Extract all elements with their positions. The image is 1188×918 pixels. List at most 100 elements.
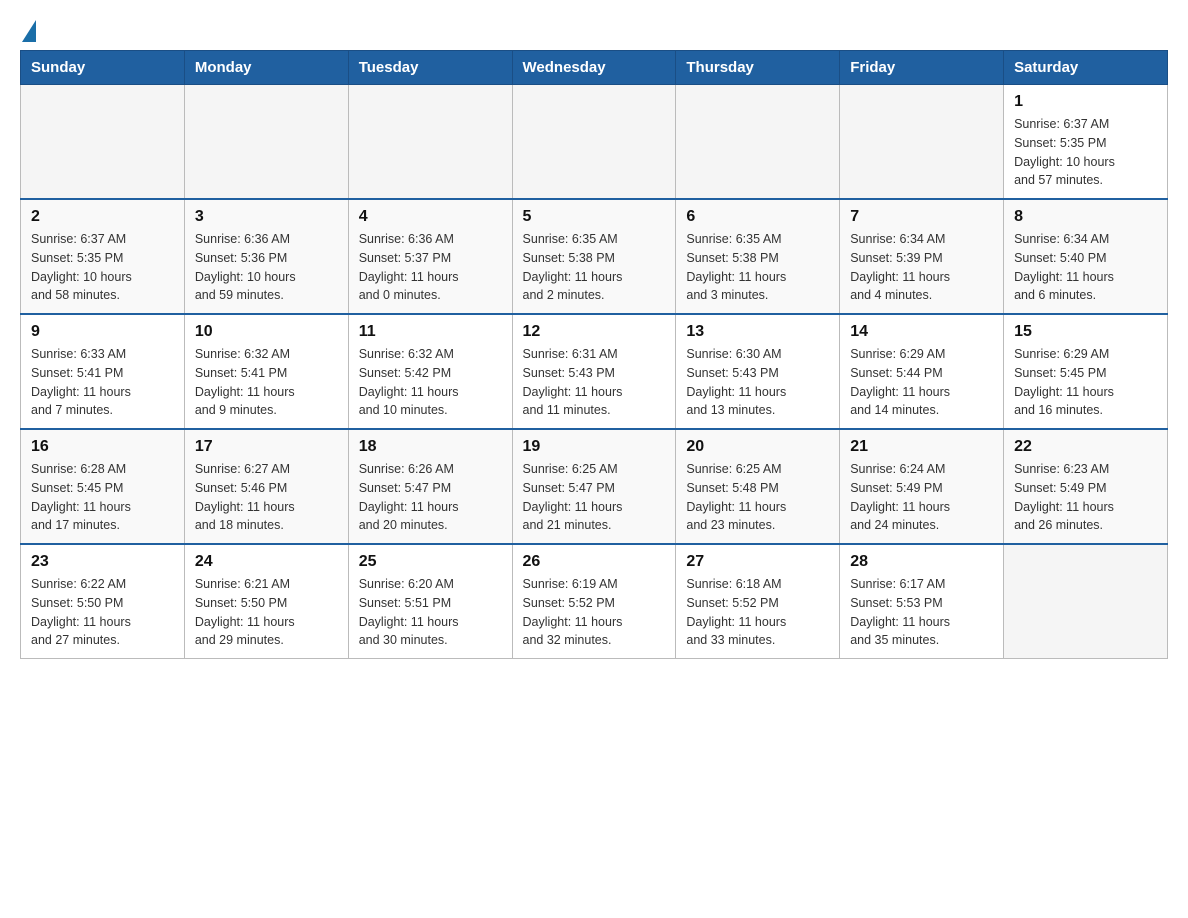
calendar-header-row: SundayMondayTuesdayWednesdayThursdayFrid… bbox=[21, 51, 1168, 85]
day-number: 3 bbox=[195, 208, 338, 226]
day-info: Sunrise: 6:31 AM Sunset: 5:43 PM Dayligh… bbox=[523, 345, 666, 420]
calendar-day-cell: 8 Sunrise: 6:34 AM Sunset: 5:40 PM Daylig… bbox=[1004, 199, 1168, 314]
calendar-day-cell: 24 Sunrise: 6:21 AM Sunset: 5:50 PM Dayli… bbox=[184, 544, 348, 659]
day-number: 7 bbox=[850, 208, 993, 226]
day-info: Sunrise: 6:23 AM Sunset: 5:49 PM Dayligh… bbox=[1014, 460, 1157, 535]
day-number: 5 bbox=[523, 208, 666, 226]
day-number: 1 bbox=[1014, 93, 1157, 111]
day-number: 26 bbox=[523, 553, 666, 571]
day-of-week-header: Friday bbox=[840, 51, 1004, 85]
day-info: Sunrise: 6:19 AM Sunset: 5:52 PM Dayligh… bbox=[523, 575, 666, 650]
calendar-day-cell: 3 Sunrise: 6:36 AM Sunset: 5:36 PM Daylig… bbox=[184, 199, 348, 314]
calendar-day-cell: 13 Sunrise: 6:30 AM Sunset: 5:43 PM Dayli… bbox=[676, 314, 840, 429]
day-number: 13 bbox=[686, 323, 829, 341]
calendar-day-cell: 9 Sunrise: 6:33 AM Sunset: 5:41 PM Daylig… bbox=[21, 314, 185, 429]
calendar-week-row: 23 Sunrise: 6:22 AM Sunset: 5:50 PM Dayli… bbox=[21, 544, 1168, 659]
calendar-day-cell: 4 Sunrise: 6:36 AM Sunset: 5:37 PM Daylig… bbox=[348, 199, 512, 314]
calendar-day-cell: 27 Sunrise: 6:18 AM Sunset: 5:52 PM Dayli… bbox=[676, 544, 840, 659]
calendar-day-cell bbox=[676, 85, 840, 200]
calendar-day-cell: 26 Sunrise: 6:19 AM Sunset: 5:52 PM Dayli… bbox=[512, 544, 676, 659]
calendar-week-row: 1 Sunrise: 6:37 AM Sunset: 5:35 PM Daylig… bbox=[21, 85, 1168, 200]
day-info: Sunrise: 6:34 AM Sunset: 5:40 PM Dayligh… bbox=[1014, 230, 1157, 305]
day-info: Sunrise: 6:20 AM Sunset: 5:51 PM Dayligh… bbox=[359, 575, 502, 650]
day-info: Sunrise: 6:28 AM Sunset: 5:45 PM Dayligh… bbox=[31, 460, 174, 535]
day-number: 22 bbox=[1014, 438, 1157, 456]
calendar-day-cell: 7 Sunrise: 6:34 AM Sunset: 5:39 PM Daylig… bbox=[840, 199, 1004, 314]
day-of-week-header: Tuesday bbox=[348, 51, 512, 85]
day-info: Sunrise: 6:33 AM Sunset: 5:41 PM Dayligh… bbox=[31, 345, 174, 420]
day-info: Sunrise: 6:29 AM Sunset: 5:45 PM Dayligh… bbox=[1014, 345, 1157, 420]
day-number: 23 bbox=[31, 553, 174, 571]
day-number: 27 bbox=[686, 553, 829, 571]
day-info: Sunrise: 6:21 AM Sunset: 5:50 PM Dayligh… bbox=[195, 575, 338, 650]
calendar-day-cell bbox=[21, 85, 185, 200]
calendar-day-cell: 2 Sunrise: 6:37 AM Sunset: 5:35 PM Daylig… bbox=[21, 199, 185, 314]
day-info: Sunrise: 6:36 AM Sunset: 5:36 PM Dayligh… bbox=[195, 230, 338, 305]
day-number: 16 bbox=[31, 438, 174, 456]
day-number: 28 bbox=[850, 553, 993, 571]
day-number: 4 bbox=[359, 208, 502, 226]
calendar-day-cell: 25 Sunrise: 6:20 AM Sunset: 5:51 PM Dayli… bbox=[348, 544, 512, 659]
calendar-day-cell: 21Sunrise: 6:24 AM Sunset: 5:49 PM Dayli… bbox=[840, 429, 1004, 544]
day-info: Sunrise: 6:27 AM Sunset: 5:46 PM Dayligh… bbox=[195, 460, 338, 535]
day-number: 24 bbox=[195, 553, 338, 571]
calendar-day-cell: 6 Sunrise: 6:35 AM Sunset: 5:38 PM Daylig… bbox=[676, 199, 840, 314]
day-number: 17 bbox=[195, 438, 338, 456]
calendar-day-cell: 14 Sunrise: 6:29 AM Sunset: 5:44 PM Dayli… bbox=[840, 314, 1004, 429]
day-number: 12 bbox=[523, 323, 666, 341]
day-number: 20 bbox=[686, 438, 829, 456]
calendar-day-cell: 5Sunrise: 6:35 AM Sunset: 5:38 PM Daylig… bbox=[512, 199, 676, 314]
day-info: Sunrise: 6:34 AM Sunset: 5:39 PM Dayligh… bbox=[850, 230, 993, 305]
calendar-day-cell: 18Sunrise: 6:26 AM Sunset: 5:47 PM Dayli… bbox=[348, 429, 512, 544]
day-info: Sunrise: 6:17 AM Sunset: 5:53 PM Dayligh… bbox=[850, 575, 993, 650]
day-info: Sunrise: 6:32 AM Sunset: 5:41 PM Dayligh… bbox=[195, 345, 338, 420]
day-info: Sunrise: 6:29 AM Sunset: 5:44 PM Dayligh… bbox=[850, 345, 993, 420]
calendar-day-cell: 12 Sunrise: 6:31 AM Sunset: 5:43 PM Dayli… bbox=[512, 314, 676, 429]
day-number: 8 bbox=[1014, 208, 1157, 226]
day-number: 15 bbox=[1014, 323, 1157, 341]
day-info: Sunrise: 6:18 AM Sunset: 5:52 PM Dayligh… bbox=[686, 575, 829, 650]
calendar-week-row: 16 Sunrise: 6:28 AM Sunset: 5:45 PM Dayli… bbox=[21, 429, 1168, 544]
day-info: Sunrise: 6:36 AM Sunset: 5:37 PM Dayligh… bbox=[359, 230, 502, 305]
calendar-week-row: 9 Sunrise: 6:33 AM Sunset: 5:41 PM Daylig… bbox=[21, 314, 1168, 429]
day-number: 2 bbox=[31, 208, 174, 226]
day-number: 19 bbox=[523, 438, 666, 456]
day-number: 14 bbox=[850, 323, 993, 341]
day-info: Sunrise: 6:25 AM Sunset: 5:47 PM Dayligh… bbox=[523, 460, 666, 535]
day-number: 11 bbox=[359, 323, 502, 341]
calendar-day-cell bbox=[184, 85, 348, 200]
calendar-day-cell: 19 Sunrise: 6:25 AM Sunset: 5:47 PM Dayli… bbox=[512, 429, 676, 544]
day-of-week-header: Monday bbox=[184, 51, 348, 85]
calendar-day-cell: 16 Sunrise: 6:28 AM Sunset: 5:45 PM Dayli… bbox=[21, 429, 185, 544]
day-info: Sunrise: 6:30 AM Sunset: 5:43 PM Dayligh… bbox=[686, 345, 829, 420]
calendar-day-cell: 1 Sunrise: 6:37 AM Sunset: 5:35 PM Daylig… bbox=[1004, 85, 1168, 200]
day-number: 6 bbox=[686, 208, 829, 226]
calendar-table: SundayMondayTuesdayWednesdayThursdayFrid… bbox=[20, 50, 1168, 659]
logo bbox=[20, 20, 36, 40]
day-info: Sunrise: 6:24 AM Sunset: 5:49 PM Dayligh… bbox=[850, 460, 993, 535]
day-info: Sunrise: 6:26 AM Sunset: 5:47 PM Dayligh… bbox=[359, 460, 502, 535]
calendar-day-cell: 28 Sunrise: 6:17 AM Sunset: 5:53 PM Dayli… bbox=[840, 544, 1004, 659]
day-info: Sunrise: 6:22 AM Sunset: 5:50 PM Dayligh… bbox=[31, 575, 174, 650]
day-info: Sunrise: 6:32 AM Sunset: 5:42 PM Dayligh… bbox=[359, 345, 502, 420]
calendar-day-cell: 10 Sunrise: 6:32 AM Sunset: 5:41 PM Dayli… bbox=[184, 314, 348, 429]
day-of-week-header: Thursday bbox=[676, 51, 840, 85]
calendar-day-cell bbox=[348, 85, 512, 200]
day-of-week-header: Wednesday bbox=[512, 51, 676, 85]
calendar-day-cell bbox=[512, 85, 676, 200]
calendar-day-cell: 23 Sunrise: 6:22 AM Sunset: 5:50 PM Dayli… bbox=[21, 544, 185, 659]
logo-triangle-icon bbox=[22, 20, 36, 42]
day-info: Sunrise: 6:37 AM Sunset: 5:35 PM Dayligh… bbox=[31, 230, 174, 305]
calendar-day-cell: 17 Sunrise: 6:27 AM Sunset: 5:46 PM Dayli… bbox=[184, 429, 348, 544]
calendar-day-cell: 15 Sunrise: 6:29 AM Sunset: 5:45 PM Dayli… bbox=[1004, 314, 1168, 429]
day-number: 10 bbox=[195, 323, 338, 341]
calendar-day-cell: 22 Sunrise: 6:23 AM Sunset: 5:49 PM Dayli… bbox=[1004, 429, 1168, 544]
day-info: Sunrise: 6:25 AM Sunset: 5:48 PM Dayligh… bbox=[686, 460, 829, 535]
calendar-day-cell bbox=[1004, 544, 1168, 659]
day-info: Sunrise: 6:37 AM Sunset: 5:35 PM Dayligh… bbox=[1014, 115, 1157, 190]
page-header bbox=[20, 20, 1168, 40]
day-number: 9 bbox=[31, 323, 174, 341]
calendar-day-cell: 20 Sunrise: 6:25 AM Sunset: 5:48 PM Dayli… bbox=[676, 429, 840, 544]
day-info: Sunrise: 6:35 AM Sunset: 5:38 PM Dayligh… bbox=[686, 230, 829, 305]
day-number: 25 bbox=[359, 553, 502, 571]
